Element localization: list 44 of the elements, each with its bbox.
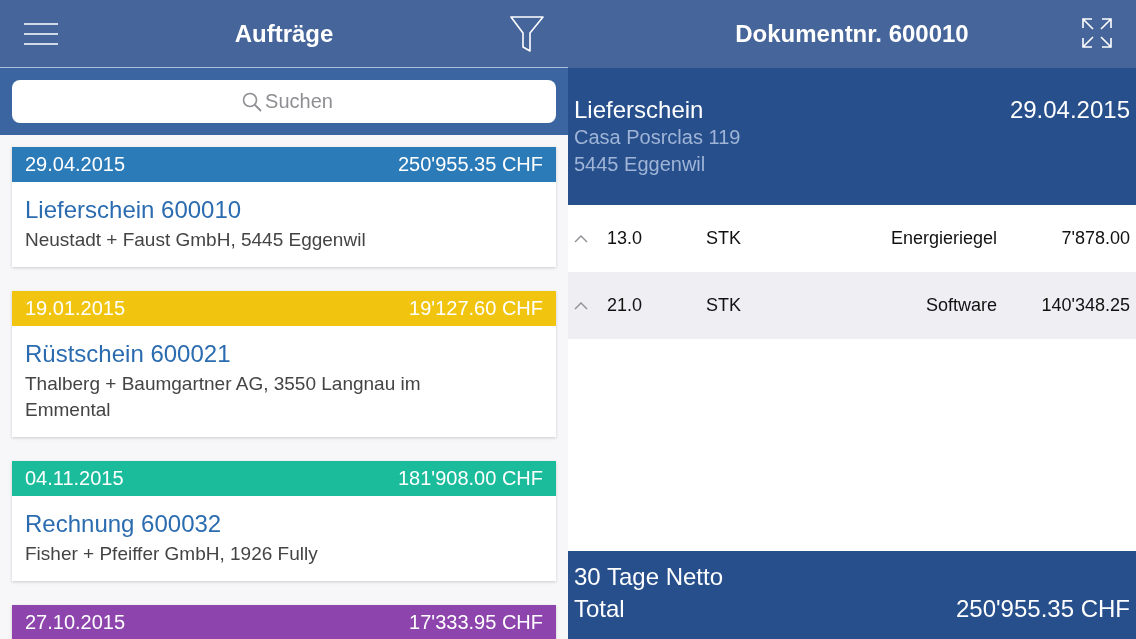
amount-cell-text: 7'878.00 (1060, 228, 1130, 249)
position-row[interactable]: 13.0 STK Energieriegel 7'878.00 (568, 205, 1136, 272)
order-card[interactable]: 04.11.2015 181'908.00 CHF Rechnung 600032 Fisher + Pfeiffer GmbH, 1926 Fully (12, 461, 556, 581)
address-text: 5445 Eggenwil (574, 152, 707, 177)
screen-title: Aufträge (234, 19, 334, 48)
order-card[interactable]: 29.04.2015 250'955.35 CHF Lieferschein 600010 Neustadt + Faust GmbH, 5445 Eggenwil (12, 147, 556, 267)
unit-cell-text: STK (706, 295, 742, 316)
total-label: Total (574, 595, 625, 623)
document-date: 29.04.2015 (1009, 96, 1130, 124)
order-date: 29.04.2015 (25, 153, 126, 176)
customer-text: Fisher + Pfeiffer GmbH, 1926 Fully (25, 542, 319, 566)
order-date: 04.11.2015 (25, 467, 124, 490)
quantity-cell-text: 13.0 (607, 228, 644, 249)
order-amount: 181'908.00 CHF (397, 467, 543, 490)
order-card[interactable]: 19.01.2015 19'127.60 CHF Rüstschein 600021 Thalberg + Baumgartner AG, 3550 Langnau im Emmental (12, 291, 556, 437)
expand-icon[interactable] (1082, 18, 1112, 48)
position-row[interactable]: 21.0 STK Software 140'348.25 (568, 272, 1136, 339)
order-date: 27.10.2015 (25, 611, 126, 634)
order-card[interactable]: 27.10.2015 17'333.95 CHF (12, 605, 556, 639)
amount-cell-text: 140'348.25 (1040, 295, 1130, 316)
total-amount: 250'955.35 CHF (955, 595, 1130, 623)
order-amount: 17'333.95 CHF (409, 611, 543, 634)
order-amount: 250'955.35 CHF (397, 153, 543, 176)
order-amount: 19'127.60 CHF (409, 297, 543, 320)
customer-text: Neustadt + Faust GmbH, 5445 Eggenwil (25, 228, 367, 252)
chevron-up-icon[interactable] (574, 301, 588, 310)
menu-icon[interactable] (24, 22, 58, 45)
unit-cell-text: STK (706, 228, 742, 249)
article-cell-text: Energieriegel (889, 228, 997, 249)
search-icon (242, 92, 262, 112)
article-cell-text: Software (924, 295, 997, 316)
payment-terms: 30 Tage Netto (574, 563, 724, 591)
document-type: Lieferschein (574, 96, 704, 124)
search-field[interactable]: Suchen (12, 80, 556, 123)
customer-text: Thalberg + Baumgartner AG, 3550 Langnau im Emmental (25, 372, 422, 422)
order-title: Rüstschein 600021 (25, 340, 232, 368)
address-text: Casa Posrclas 119 (574, 125, 742, 150)
order-title: Lieferschein 600010 (25, 196, 243, 224)
chevron-up-icon[interactable] (574, 234, 588, 243)
screen-title: Dokumentnr. 600010 (735, 20, 969, 48)
order-date: 19.01.2015 (25, 297, 126, 320)
filter-icon[interactable] (510, 15, 544, 52)
order-title: Rechnung 600032 (25, 510, 223, 538)
quantity-cell-text: 21.0 (607, 295, 644, 316)
